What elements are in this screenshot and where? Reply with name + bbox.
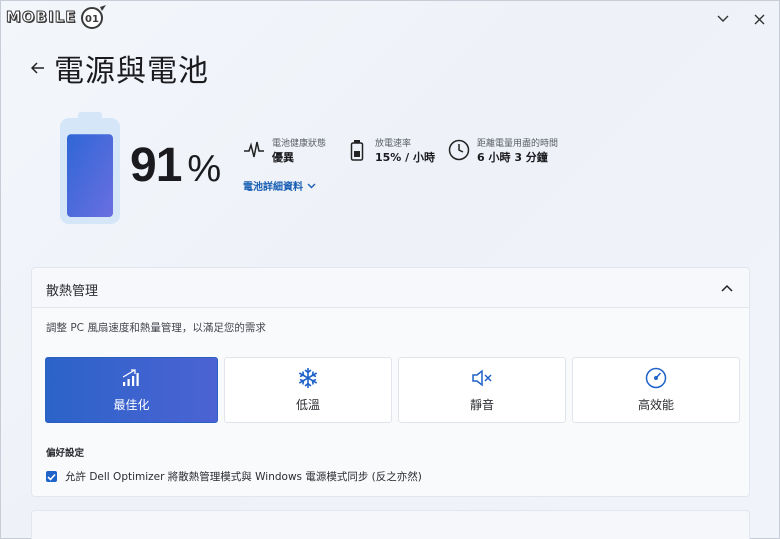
battery-health-label: 電池健康狀態 [272,139,327,149]
mode-performance-button[interactable]: 高效能 [572,357,740,423]
mute-icon [471,367,493,389]
battery-health-stat: 電池健康狀態 優異 [242,138,326,166]
watermark-logo: MOBILE 01 [6,4,108,30]
battery-percent-symbol: % [187,148,222,190]
watermark-badge-text: 01 [85,14,99,25]
discharge-rate-label: 放電速率 [375,139,412,149]
mode-performance-label: 高效能 [637,398,674,412]
mode-optimized-label: 最佳化 [113,398,150,412]
sync-option-label: 允許 Dell Optimizer 將散熱管理模式與 Windows 電源模式同… [65,471,422,483]
sync-option-row: 允許 Dell Optimizer 將散熱管理模式與 Windows 電源模式同… [46,469,422,484]
watermark-text: MOBILE [6,8,77,27]
window-controls [716,12,766,26]
page-title: 電源與電池 [54,54,209,89]
discharge-rate-value: 15% / 小時 [375,151,436,164]
time-remaining-stat: 距離電量用盡的時間 6 小時 3 分鐘 [447,138,558,166]
bar-chart-icon [121,367,143,389]
time-remaining-value: 6 小時 3 分鐘 [477,151,548,164]
thermal-mode-selector: 最佳化 低溫 靜音 高效能 [45,357,740,423]
thermal-management-card: 散熱管理 調整 PC 風扇速度和熱量管理，以滿足您的需求 最佳化 低溫 靜音 高… [31,267,750,497]
battery-percentage: 91 % [130,138,221,193]
clock-icon [447,138,471,162]
battery-level-icon [60,112,120,224]
preferences-title: 偏好設定 [46,448,85,459]
battery-health-value: 優異 [272,151,294,164]
mode-quiet-label: 靜音 [469,398,494,412]
close-icon[interactable] [752,12,766,26]
back-button[interactable] [28,58,48,78]
snowflake-icon [297,367,319,389]
thermal-card-header[interactable]: 散熱管理 [32,268,749,308]
gauge-icon [645,367,667,389]
heartbeat-icon [242,138,266,162]
mode-optimized-button[interactable]: 最佳化 [45,357,218,423]
chevron-down-icon [307,183,316,188]
next-section-card [31,510,750,539]
battery-fill [67,134,113,217]
sync-checkbox[interactable] [46,471,57,482]
watermark-badge-icon: 01 [80,5,106,29]
battery-details-label: 電池詳細資料 [243,182,303,193]
thermal-card-title: 散熱管理 [46,284,99,299]
mode-cool-label: 低溫 [295,398,320,412]
time-remaining-label: 距離電量用盡的時間 [477,139,559,149]
battery-percent-value: 91 [130,139,182,192]
back-arrow-icon [31,62,44,74]
battery-details-link[interactable]: 電池詳細資料 [243,178,316,193]
discharge-rate-stat: 放電速率 15% / 小時 [345,138,435,166]
chevron-up-icon [721,284,733,292]
thermal-description: 調整 PC 風扇速度和熱量管理，以滿足您的需求 [46,322,266,334]
checkmark-icon [47,473,56,481]
chevron-down-icon[interactable] [716,12,730,26]
mode-cool-button[interactable]: 低溫 [224,357,392,423]
battery-small-icon [345,138,369,162]
collapse-button[interactable] [719,280,735,296]
mode-quiet-button[interactable]: 靜音 [398,357,566,423]
